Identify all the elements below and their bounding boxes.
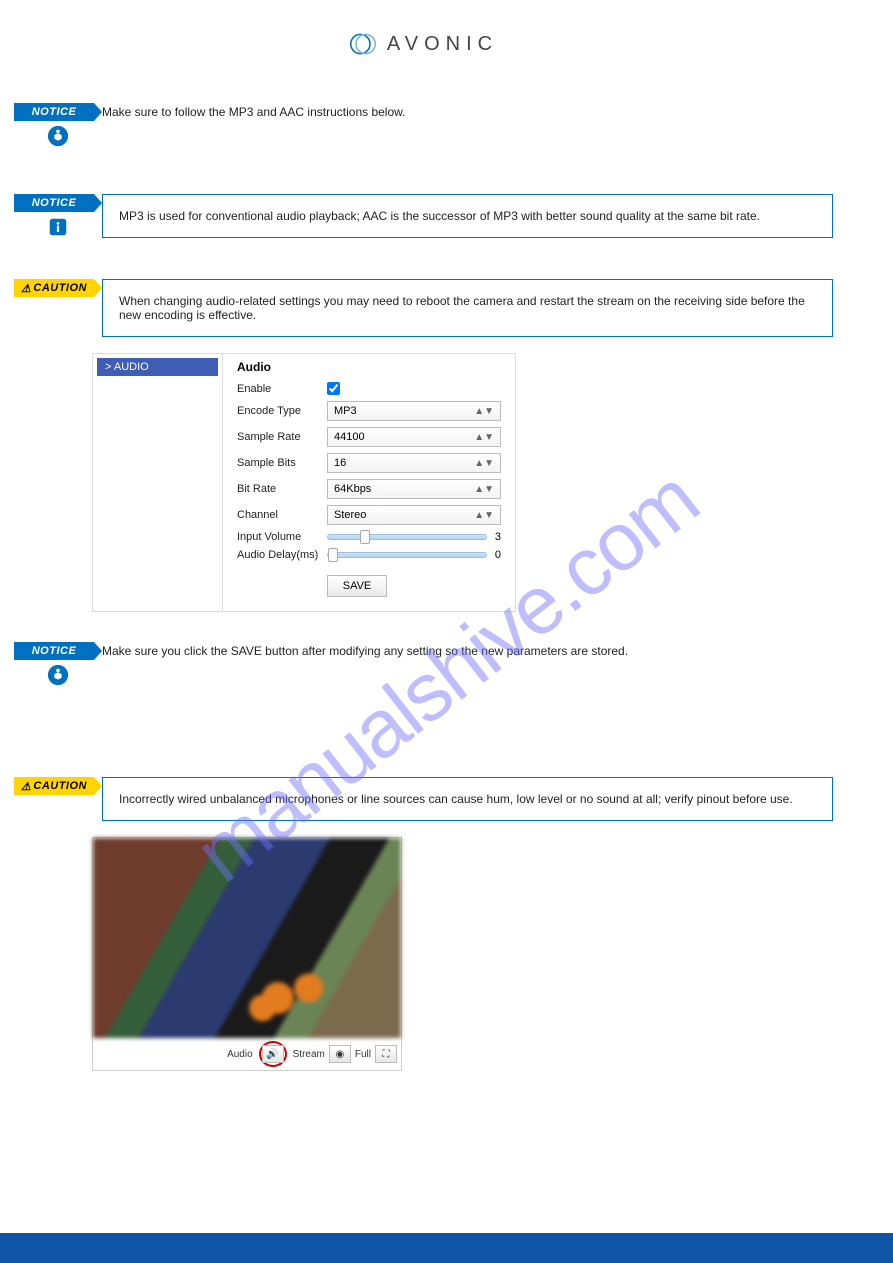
audio-side-tab[interactable]: > AUDIO <box>97 358 218 376</box>
audio-settings-panel: > AUDIO Audio Enable Encode Type MP3▲▼ S… <box>92 353 516 612</box>
preview-stream-label: Stream <box>293 1049 325 1060</box>
bitrate-label: Bit Rate <box>237 483 327 495</box>
info-icon <box>14 216 102 243</box>
bitrate-select[interactable]: 64Kbps▲▼ <box>327 479 501 499</box>
logo-icon <box>349 30 377 58</box>
audio-title: Audio <box>237 360 501 374</box>
input-volume-slider[interactable] <box>327 534 487 540</box>
notice-badge: NOTICE <box>14 642 94 660</box>
notice-badge: NOTICE <box>14 103 94 121</box>
preview-image <box>93 838 401 1038</box>
brand-logo: AVONIC <box>14 30 833 63</box>
manual-icon <box>14 125 102 152</box>
caution2-box: Incorrectly wired unbalanced microphones… <box>102 777 833 821</box>
audio-button-highlight: 🔊 <box>259 1041 287 1067</box>
audio-delay-label: Audio Delay(ms) <box>237 549 327 561</box>
warning-icon: ⚠ <box>21 780 31 793</box>
fullscreen-button[interactable]: ⛶ <box>375 1045 397 1063</box>
audio-delay-value: 0 <box>495 549 501 561</box>
page-footer-bar <box>0 1233 893 1263</box>
notice-badge: NOTICE <box>14 194 94 212</box>
notice2-box: MP3 is used for conventional audio playb… <box>102 194 833 238</box>
audio-delay-slider[interactable] <box>327 552 487 558</box>
save-button[interactable]: SAVE <box>327 575 387 597</box>
notice1-text: Make sure to follow the MP3 and AAC inst… <box>102 103 833 119</box>
caution-badge: ⚠ CAUTION <box>14 777 94 795</box>
stream-button[interactable]: ◉ <box>329 1045 351 1063</box>
manual-icon <box>14 664 102 691</box>
brand-text: AVONIC <box>387 33 498 56</box>
encode-type-select[interactable]: MP3▲▼ <box>327 401 501 421</box>
channel-label: Channel <box>237 509 327 521</box>
channel-select[interactable]: Stereo▲▼ <box>327 505 501 525</box>
sample-bits-select[interactable]: 16▲▼ <box>327 453 501 473</box>
caution1-box: When changing audio-related settings you… <box>102 279 833 337</box>
input-volume-label: Input Volume <box>237 531 327 543</box>
preview-full-label: Full <box>355 1049 371 1060</box>
notice3-text: Make sure you click the SAVE button afte… <box>102 642 833 658</box>
input-volume-value: 3 <box>495 531 501 543</box>
enable-label: Enable <box>237 383 327 395</box>
sample-rate-select[interactable]: 44100▲▼ <box>327 427 501 447</box>
sample-rate-label: Sample Rate <box>237 431 327 443</box>
enable-checkbox[interactable] <box>327 382 340 395</box>
live-preview: Audio 🔊 Stream ◉ Full ⛶ <box>92 837 402 1071</box>
speaker-icon: 🔊 <box>266 1049 278 1060</box>
warning-icon: ⚠ <box>21 282 31 295</box>
preview-audio-label: Audio <box>227 1049 253 1060</box>
caution-badge: ⚠ CAUTION <box>14 279 94 297</box>
sample-bits-label: Sample Bits <box>237 457 327 469</box>
fullscreen-icon: ⛶ <box>383 1049 390 1060</box>
audio-toggle-button[interactable]: 🔊 <box>262 1045 284 1063</box>
encode-type-label: Encode Type <box>237 405 327 417</box>
globe-icon: ◉ <box>336 1049 345 1060</box>
